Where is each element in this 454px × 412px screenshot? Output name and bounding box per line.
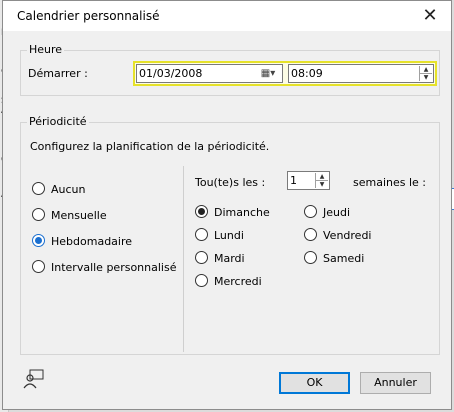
- group-divider: [183, 166, 184, 352]
- calendar-dropdown-icon[interactable]: ▦▾: [255, 66, 281, 81]
- start-time-value: 08:09: [291, 67, 323, 80]
- day-mercredi[interactable]: Mercredi: [195, 274, 262, 288]
- dialog-title: Calendrier personnalisé: [17, 9, 160, 23]
- radio-circle: [304, 205, 317, 218]
- weeks-interval-value: 1: [290, 174, 297, 187]
- ok-button[interactable]: OK: [279, 372, 350, 394]
- periodicite-description: Configurez la planification de la périod…: [30, 140, 270, 153]
- day-dimanche[interactable]: Dimanche: [195, 205, 270, 219]
- weeks-interval-spinner[interactable]: 1 ▲ ▼: [287, 171, 330, 190]
- radio-circle: [195, 228, 208, 241]
- day-label: Mardi: [214, 252, 245, 265]
- periodicite-legend: Périodicité: [27, 115, 89, 128]
- custom-calendar-dialog: Calendrier personnalisé ✕ Heure Démarrer…: [2, 0, 452, 410]
- day-label: Samedi: [323, 252, 365, 265]
- day-label: Vendredi: [323, 229, 372, 242]
- radio-circle: [32, 260, 45, 273]
- start-label: Démarrer :: [28, 67, 88, 80]
- day-jeudi[interactable]: Jeudi: [304, 205, 350, 219]
- radio-hebdomadaire[interactable]: Hebdomadaire: [32, 234, 132, 248]
- radio-dot: [198, 208, 205, 215]
- day-label: Lundi: [214, 229, 244, 242]
- spin-down-icon[interactable]: ▼: [316, 181, 328, 188]
- start-date-value: 01/03/2008: [139, 67, 203, 80]
- radio-aucun[interactable]: Aucun: [32, 182, 86, 196]
- day-lundi[interactable]: Lundi: [195, 228, 244, 242]
- radio-circle: [304, 251, 317, 264]
- radio-label: Intervalle personnalisé: [51, 261, 177, 274]
- title-bar: Calendrier personnalisé ✕: [3, 1, 451, 31]
- start-date-picker[interactable]: 01/03/2008 ▦▾: [136, 64, 283, 83]
- day-samedi[interactable]: Samedi: [304, 251, 364, 265]
- spin-up-icon[interactable]: ▲: [316, 173, 328, 181]
- weeks-label: semaines le :: [353, 176, 427, 189]
- time-spinner[interactable]: ▲ ▼: [419, 66, 432, 81]
- day-label: Mercredi: [214, 275, 262, 288]
- close-icon[interactable]: ✕: [419, 5, 441, 27]
- cancel-button[interactable]: Annuler: [360, 372, 431, 394]
- heure-legend: Heure: [27, 43, 65, 56]
- radio-label: Mensuelle: [51, 209, 107, 222]
- radio-label: Hebdomadaire: [51, 235, 133, 248]
- radio-circle-selected: [195, 205, 208, 218]
- radio-circle: [195, 274, 208, 287]
- radio-circle-selected: [32, 234, 45, 247]
- spin-up-icon[interactable]: ▲: [420, 66, 432, 74]
- every-label: Tou(te)s les :: [195, 176, 266, 189]
- day-mardi[interactable]: Mardi: [195, 251, 245, 265]
- radio-label: Aucun: [51, 183, 86, 196]
- radio-intervalle-personnalise[interactable]: Intervalle personnalisé: [32, 260, 176, 274]
- day-label: Dimanche: [214, 206, 270, 219]
- radio-mensuelle[interactable]: Mensuelle: [32, 208, 107, 222]
- day-label: Jeudi: [323, 206, 351, 219]
- radio-circle: [195, 251, 208, 264]
- radio-circle: [32, 208, 45, 221]
- radio-circle: [32, 182, 45, 195]
- start-time-field[interactable]: 08:09 ▲ ▼: [288, 64, 434, 83]
- user-comment-icon[interactable]: [23, 369, 45, 389]
- radio-dot: [35, 237, 42, 244]
- radio-circle: [304, 228, 317, 241]
- interval-spinner[interactable]: ▲ ▼: [315, 173, 328, 188]
- day-vendredi[interactable]: Vendredi: [304, 228, 371, 242]
- spin-down-icon[interactable]: ▼: [420, 74, 432, 81]
